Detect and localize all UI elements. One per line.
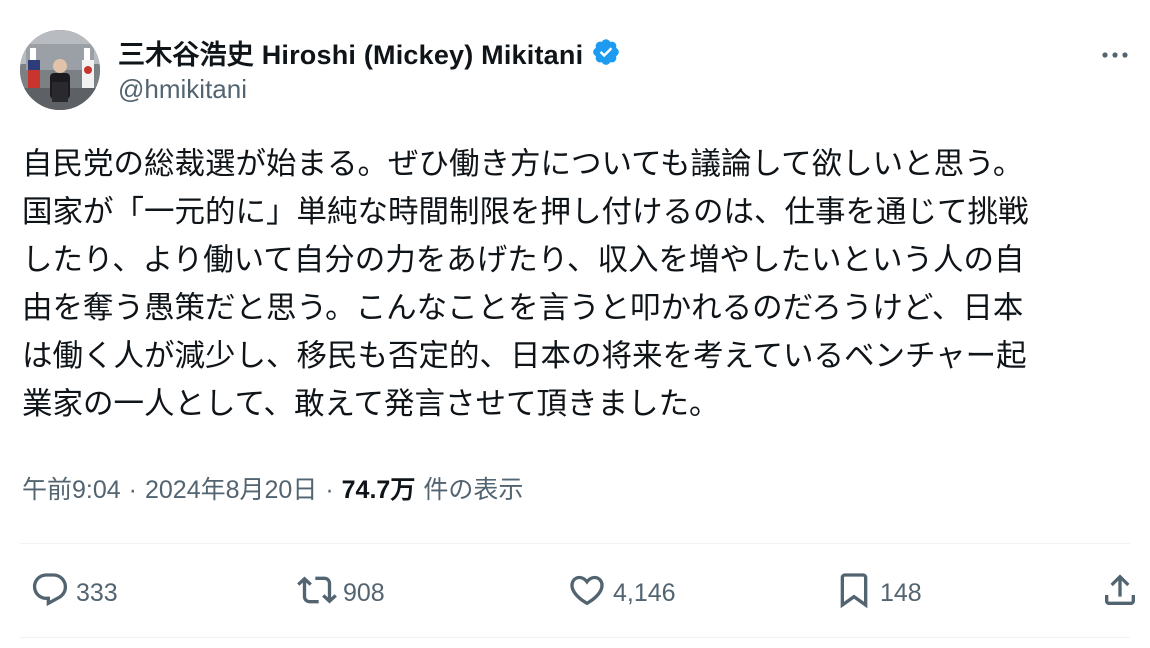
- profile-photo-icon: [20, 30, 100, 110]
- tweet-text: 自民党の総裁選が始まる。ぜひ働き方についても議論して欲しいと思う。 国家が「一元…: [22, 147, 1029, 421]
- like-count: 4,146: [613, 578, 676, 607]
- tweet-card: 三木谷浩史 Hiroshi (Mickey) Mikitani @hmikita…: [0, 0, 1150, 648]
- reply-button[interactable]: 333: [30, 568, 118, 618]
- author-block: 三木谷浩史 Hiroshi (Mickey) Mikitani @hmikita…: [118, 34, 621, 105]
- share-button[interactable]: [1100, 568, 1140, 618]
- bookmark-count: 148: [880, 578, 922, 607]
- avatar[interactable]: [20, 30, 100, 110]
- like-button[interactable]: 4,146: [567, 568, 676, 618]
- tweet-date[interactable]: 2024年8月20日: [145, 470, 317, 506]
- reply-bubble-icon: [30, 570, 70, 617]
- tweet-meta: 午前9:04 · 2024年8月20日 · 74.7万 件の表示: [22, 470, 523, 506]
- bookmark-icon: [834, 570, 874, 617]
- author-display-name[interactable]: 三木谷浩史 Hiroshi (Mickey) Mikitani: [118, 33, 583, 72]
- reply-count: 333: [76, 578, 118, 607]
- verified-badge-icon: [591, 37, 621, 67]
- retweet-count: 908: [343, 578, 385, 607]
- heart-icon: [567, 570, 607, 617]
- divider: [20, 543, 1130, 544]
- retweet-button[interactable]: 908: [297, 568, 385, 618]
- share-upload-icon: [1100, 570, 1140, 617]
- author-name-row: 三木谷浩史 Hiroshi (Mickey) Mikitani: [118, 34, 621, 70]
- views-count[interactable]: 74.7万: [342, 470, 416, 506]
- tweet-time[interactable]: 午前9:04: [22, 470, 121, 506]
- action-bar: 333 908 4,146 148: [22, 568, 1140, 618]
- bookmark-button[interactable]: 148: [834, 568, 922, 618]
- views-label: 件の表示: [423, 476, 524, 504]
- meta-separator: ·: [128, 476, 137, 504]
- author-handle[interactable]: @hmikitani: [118, 74, 621, 105]
- divider: [20, 637, 1130, 638]
- retweet-icon: [297, 570, 337, 617]
- more-horizontal-icon[interactable]: [1098, 38, 1132, 72]
- meta-separator: ·: [325, 476, 334, 504]
